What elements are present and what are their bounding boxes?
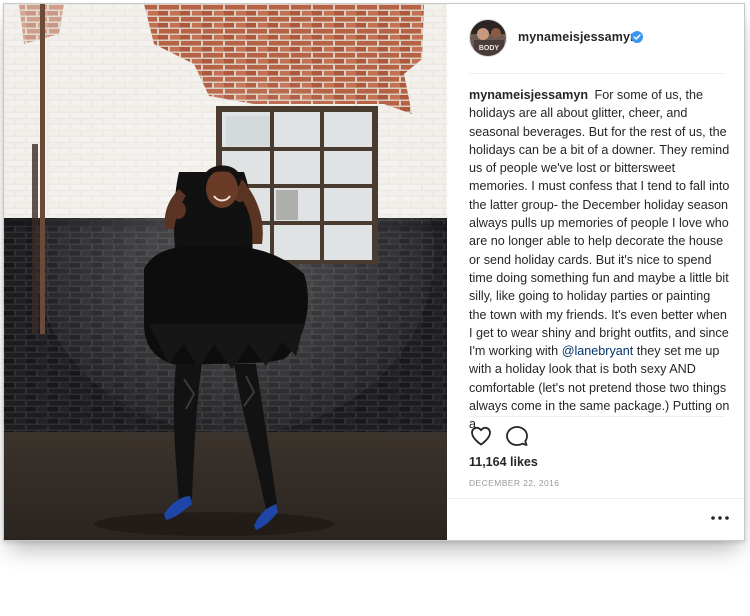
post-username[interactable]: mynameisjessamyn: [518, 30, 638, 44]
comment-icon[interactable]: [505, 424, 529, 448]
post-header: BODY mynameisjessamyn: [447, 4, 744, 74]
actions-divider: [469, 416, 724, 417]
post-photo-image: [4, 4, 447, 540]
heart-icon[interactable]: [469, 424, 493, 448]
footer-divider: [447, 498, 744, 499]
caption-text-before: For some of us, the holidays are all abo…: [469, 88, 730, 359]
avatar[interactable]: BODY: [469, 19, 507, 57]
caption-username[interactable]: mynameisjessamyn: [469, 88, 588, 102]
verified-badge-icon: [631, 31, 643, 43]
avatar-logo-text: BODY: [479, 45, 500, 52]
instagram-post-card: BODY mynameisjessamyn mynameisjessamyn F…: [3, 3, 745, 541]
header-divider: [469, 73, 724, 74]
caption-mention-link[interactable]: @lanebryant: [562, 344, 634, 358]
post-date[interactable]: DECEMBER 22, 2016: [469, 478, 559, 488]
avatar-image: BODY: [470, 20, 506, 56]
likes-count[interactable]: 11,164 likes: [469, 455, 538, 469]
more-options-icon[interactable]: [709, 512, 731, 524]
post-photo[interactable]: [4, 4, 447, 540]
post-caption: mynameisjessamyn For some of us, the hol…: [469, 86, 731, 434]
post-side-panel: BODY mynameisjessamyn mynameisjessamyn F…: [447, 4, 744, 540]
